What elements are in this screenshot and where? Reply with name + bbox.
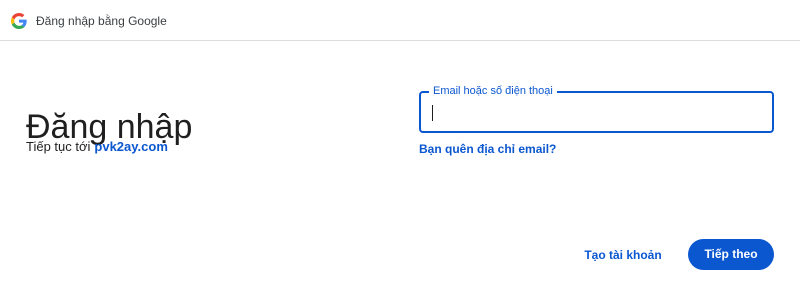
header-title: Đăng nhập bằng Google [36, 14, 167, 28]
forgot-email-link[interactable]: Bạn quên địa chỉ email? [419, 142, 556, 156]
next-button[interactable]: Tiếp theo [688, 239, 774, 270]
continue-site-link[interactable]: pvk2ay.com [94, 139, 167, 154]
header-bar: Đăng nhập bằng Google [0, 0, 800, 41]
email-field[interactable]: Email hoặc số điện thoại [419, 84, 774, 133]
sign-in-window: Đăng nhập bằng Google Đăng nhập Tiếp tục… [0, 0, 800, 295]
email-field-label: Email hoặc số điện thoại [429, 84, 557, 98]
continue-prefix: Tiếp tục tới [26, 139, 91, 154]
google-g-icon [11, 13, 27, 29]
email-input[interactable] [431, 101, 761, 123]
create-account-button[interactable]: Tạo tài khoản [576, 240, 670, 270]
continue-to-line: Tiếp tục tới pvk2ay.com [26, 139, 168, 155]
text-caret [432, 105, 433, 121]
